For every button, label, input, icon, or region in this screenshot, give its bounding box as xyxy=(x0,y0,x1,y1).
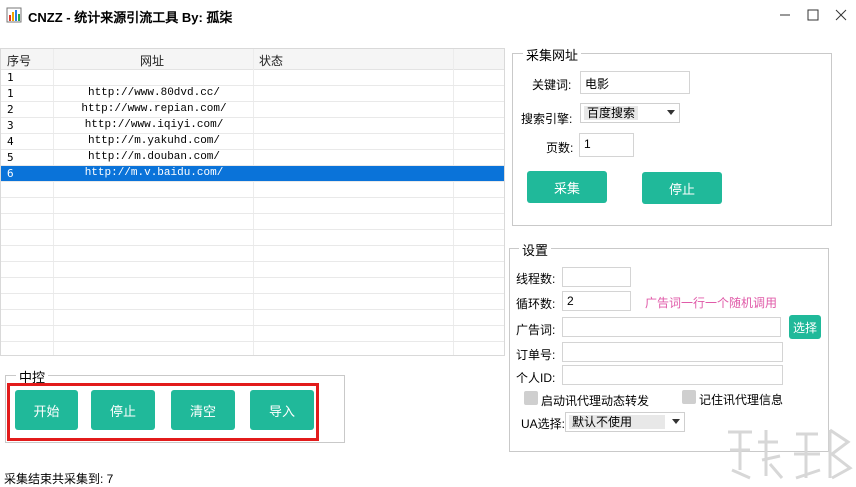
loops-label: 循环数: xyxy=(516,297,556,311)
cell-no: 1 xyxy=(7,71,14,84)
table-row-empty xyxy=(1,262,504,278)
table-body: 1 1 http://www.80dvd.cc/ 2 http://www.re… xyxy=(1,70,504,342)
table-row-empty xyxy=(1,198,504,214)
search-engine-label: 搜索引擎: xyxy=(521,112,573,126)
bar-chart-icon xyxy=(6,7,22,23)
cell-no: 3 xyxy=(7,119,14,132)
table-row[interactable]: 5 http://m.douban.com/ xyxy=(1,150,504,166)
import-button[interactable]: 导入 xyxy=(250,390,314,430)
collect-button[interactable]: 采集 xyxy=(527,171,607,203)
minimize-button[interactable] xyxy=(771,2,799,28)
cell-url: http://www.80dvd.cc/ xyxy=(87,87,221,99)
cell-url: http://www.iqiyi.com/ xyxy=(84,119,224,131)
collect-stop-button[interactable]: 停止 xyxy=(642,172,722,204)
search-engine-select[interactable]: 百度搜索 xyxy=(580,103,680,123)
ad-words-label: 广告词: xyxy=(516,323,556,337)
title-bar: CNZZ - 统计来源引流工具 By: 孤柒 xyxy=(0,0,856,30)
loops-input[interactable]: 2 xyxy=(562,291,631,311)
order-number-label: 订单号: xyxy=(516,348,556,362)
select-ad-file-button[interactable]: 选择 xyxy=(789,315,821,339)
close-icon xyxy=(835,9,847,21)
table-row[interactable]: 4 http://m.yakuhd.com/ xyxy=(1,134,504,150)
column-header-no[interactable]: 序号 xyxy=(7,52,31,69)
status-text: 采集结束共采集到: 7 xyxy=(4,472,114,486)
settings-group-legend: 设置 xyxy=(519,240,552,259)
clear-button[interactable]: 清空 xyxy=(171,390,235,430)
table-row[interactable]: 3 http://www.iqiyi.com/ xyxy=(1,118,504,134)
threads-input[interactable] xyxy=(562,267,631,287)
ad-words-input[interactable] xyxy=(562,317,781,337)
personal-id-label: 个人ID: xyxy=(516,371,556,385)
table-row-empty xyxy=(1,214,504,230)
search-engine-value: 百度搜索 xyxy=(584,106,639,120)
remember-proxy-label: 记住讯代理信息 xyxy=(699,393,784,407)
proxy-dynamic-checkbox[interactable] xyxy=(524,391,538,405)
cell-url: http://m.v.baidu.com/ xyxy=(84,167,224,179)
ua-value: 默认不使用 xyxy=(569,415,665,429)
table-row[interactable]: 2 http://www.repian.com/ xyxy=(1,102,504,118)
table-row-selected[interactable]: 6 http://m.v.baidu.com/ xyxy=(1,166,504,182)
pages-label: 页数: xyxy=(546,141,574,155)
remember-proxy-checkbox[interactable] xyxy=(682,390,696,404)
cell-no: 4 xyxy=(7,135,14,148)
window-title: CNZZ - 统计来源引流工具 By: 孤柒 xyxy=(28,10,233,25)
keyword-label: 关键词: xyxy=(532,78,572,92)
chevron-down-icon xyxy=(667,110,675,115)
cell-url: http://m.yakuhd.com/ xyxy=(87,135,221,147)
proxy-dynamic-label: 启动讯代理动态转发 xyxy=(541,394,650,408)
cell-no: 2 xyxy=(7,103,14,116)
ua-select[interactable]: 默认不使用 xyxy=(565,412,685,432)
maximize-icon xyxy=(807,9,819,21)
minimize-icon xyxy=(780,14,790,16)
cell-no: 5 xyxy=(7,151,14,164)
table-row-empty xyxy=(1,278,504,294)
table-row-empty xyxy=(1,326,504,342)
table-row-empty xyxy=(1,230,504,246)
collect-group-legend: 采集网址 xyxy=(523,45,582,64)
table-row[interactable]: 1 http://www.80dvd.cc/ xyxy=(1,86,504,102)
url-table[interactable]: 序号 网址 状态 1 1 http://www.80dvd.cc/ 2 http… xyxy=(0,48,505,356)
cell-no: 1 xyxy=(7,87,14,100)
cell-url: http://m.douban.com/ xyxy=(87,151,221,163)
column-header-status[interactable]: 状态 xyxy=(259,52,283,69)
table-row-empty xyxy=(1,294,504,310)
keyword-input[interactable]: 电影 xyxy=(580,71,690,94)
stop-button[interactable]: 停止 xyxy=(91,390,155,430)
start-button[interactable]: 开始 xyxy=(15,390,78,430)
cell-no: 6 xyxy=(7,167,14,180)
table-row-empty xyxy=(1,246,504,262)
personal-id-input[interactable] xyxy=(562,365,783,385)
column-header-url[interactable]: 网址 xyxy=(140,52,164,69)
ua-label: UA选择: xyxy=(521,417,566,431)
cell-url: http://www.repian.com/ xyxy=(81,103,227,115)
ad-hint-text: 广告词一行一个随机调用 xyxy=(645,296,778,310)
close-button[interactable] xyxy=(827,2,855,28)
table-row[interactable]: 1 xyxy=(1,70,504,86)
threads-label: 线程数: xyxy=(516,272,556,286)
table-row-empty xyxy=(1,310,504,326)
table-row-empty xyxy=(1,182,504,198)
pages-input[interactable]: 1 xyxy=(579,133,634,157)
watermark-logo xyxy=(722,420,856,487)
maximize-button[interactable] xyxy=(799,2,827,28)
chevron-down-icon xyxy=(672,419,680,424)
order-number-input[interactable] xyxy=(562,342,783,362)
